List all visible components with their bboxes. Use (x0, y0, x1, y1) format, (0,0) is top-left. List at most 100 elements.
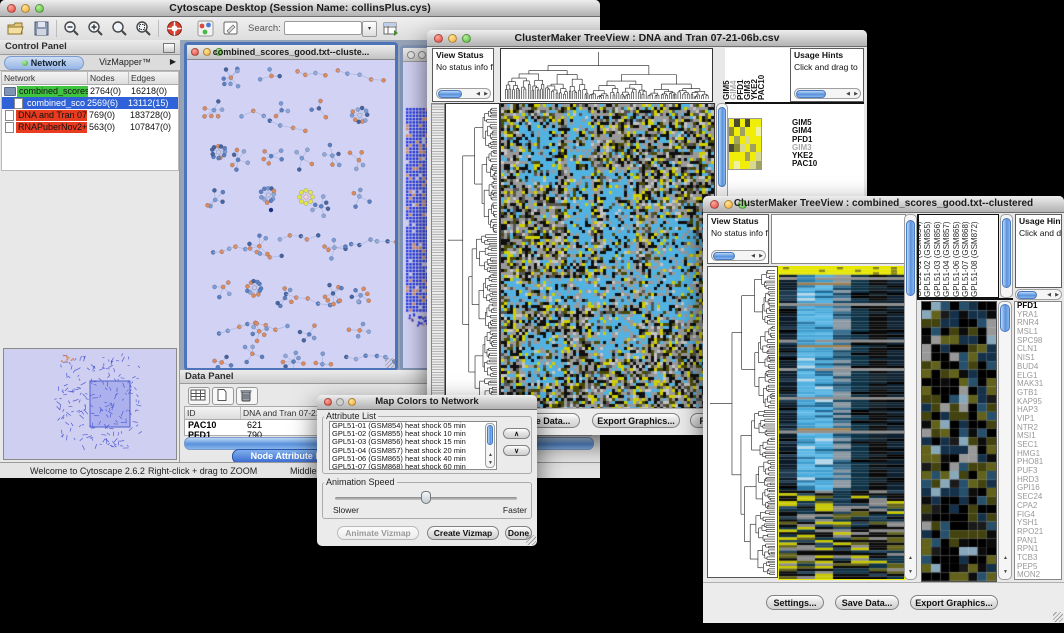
animation-speed-slider-thumb[interactable] (421, 491, 431, 504)
scroll-down-arrow-icon[interactable]: ▼ (488, 460, 493, 466)
zoom-fit-icon[interactable] (110, 19, 129, 38)
tv2-gene-label[interactable]: CPA2 (1017, 502, 1061, 511)
tv1-column-dendrogram-pane[interactable] (500, 48, 713, 102)
tv2-row-dendrogram-pane[interactable] (707, 266, 778, 578)
main-titlebar[interactable]: Cytoscape Desktop (Session Name: collins… (0, 0, 600, 17)
network-row[interactable]: combined_sco2569(6)13112(15) (2, 97, 178, 109)
tv1-export-graphics-button[interactable]: Export Graphics... (592, 413, 680, 428)
tv1-column-label[interactable]: PAC10 (758, 75, 766, 100)
tv2-gene-label[interactable]: BUD4 (1017, 363, 1061, 372)
zoom-matrix-cell[interactable] (756, 152, 761, 160)
import-table-icon[interactable] (381, 19, 400, 38)
scroll-up-arrow-icon[interactable]: ▲ (488, 452, 493, 458)
scroll-right-arrow-icon[interactable]: ▶ (484, 91, 488, 97)
tv2-export-graphics-button[interactable]: Export Graphics... (910, 595, 998, 610)
network-window-a[interactable]: combined_scores_good.txt--cluste... (184, 42, 398, 371)
tv2-gene-label[interactable]: ELG1 (1017, 372, 1061, 381)
tv2-settings-button[interactable]: Settings... (766, 595, 824, 610)
tv2-zoom-heatmap-canvas[interactable] (921, 301, 997, 582)
tv2-labels-vscrollbar[interactable] (1000, 214, 1013, 298)
tv2-gene-label[interactable]: CLN1 (1017, 345, 1061, 354)
tab-overflow-arrow[interactable]: ▶ (170, 57, 176, 66)
tv2-gene-label[interactable]: MSI1 (1017, 432, 1061, 441)
tv2-column-label[interactable]: GPL51-03 (GSM856) (934, 221, 942, 297)
tv2-gene-label[interactable]: YRA1 (1017, 311, 1061, 320)
network-row[interactable]: DNA and Tran 07769(0)183728(0) (2, 109, 178, 121)
tv2-gene-label[interactable]: VIP1 (1017, 415, 1061, 424)
treeview1-titlebar[interactable]: ClusterMaker TreeView : DNA and Tran 07-… (427, 30, 867, 47)
table-icon-button[interactable] (188, 387, 210, 405)
col-network[interactable]: Network (2, 72, 88, 84)
zoom-matrix-cell[interactable] (756, 127, 761, 135)
attribute-list-item[interactable]: GPL51-07 (GSM868) heat shock 60 min (330, 463, 496, 470)
tv2-usage-hscrollbar[interactable]: ◀ ▶ (1015, 289, 1062, 300)
scroll-left-arrow-icon[interactable]: ◀ (846, 91, 850, 97)
animate-vizmap-button[interactable]: Animate Vizmap (337, 526, 419, 540)
treeview2-titlebar[interactable]: ClusterMaker TreeView : combined_scores_… (703, 196, 1064, 213)
resize-grip[interactable] (1053, 612, 1063, 622)
save-icon[interactable] (32, 19, 51, 38)
zoom-out-icon[interactable] (62, 19, 81, 38)
tv2-gene-label[interactable]: RPN1 (1017, 545, 1061, 554)
tv2-gene-label[interactable]: MSL1 (1017, 328, 1061, 337)
tv2-main-vscrollbar[interactable]: ▲ ▼ (904, 214, 917, 580)
tv2-gene-label[interactable]: SEC1 (1017, 441, 1061, 450)
tv2-gene-label[interactable]: RNR4 (1017, 319, 1061, 328)
tv2-column-label[interactable]: GPL51-08 (GSM872) (971, 221, 979, 297)
tab-network[interactable]: Network (4, 56, 84, 70)
zoom-in-icon[interactable] (86, 19, 105, 38)
tv2-gene-label[interactable]: MAK31 (1017, 380, 1061, 389)
network-canvas[interactable] (187, 60, 395, 368)
network-row[interactable]: RNAPuberNov2+563(0)107847(0) (2, 121, 178, 133)
tv1-zoom-heatmap[interactable] (728, 118, 762, 170)
float-panel-icon[interactable] (163, 43, 175, 53)
tv1-status-hscrollbar[interactable]: ◀ ▶ (436, 88, 491, 99)
tv2-gene-label[interactable]: PAN1 (1017, 537, 1061, 546)
scroll-left-arrow-icon[interactable]: ◀ (476, 91, 480, 97)
scroll-up-arrow-icon[interactable]: ▲ (908, 555, 913, 561)
delete-attribute-button[interactable] (236, 387, 258, 405)
scroll-right-arrow-icon[interactable]: ▶ (1055, 292, 1059, 298)
tv2-gene-label[interactable]: MON2 (1017, 571, 1061, 580)
tv2-gene-label[interactable]: SPC98 (1017, 337, 1061, 346)
tv2-gene-label[interactable]: KAP95 (1017, 398, 1061, 407)
scroll-down-arrow-icon[interactable]: ▼ (1003, 569, 1008, 575)
col-nodes[interactable]: Nodes (88, 72, 129, 84)
col-edges[interactable]: Edges (129, 72, 178, 84)
tv2-gene-label[interactable]: RPO21 (1017, 528, 1061, 537)
network-window-a-titlebar[interactable]: combined_scores_good.txt--cluste... (187, 45, 395, 60)
minimize-button[interactable] (418, 51, 426, 59)
tv2-gene-label[interactable]: PEP5 (1017, 563, 1061, 572)
tv2-status-hscrollbar[interactable]: ◀ ▶ (711, 250, 766, 261)
tv2-column-label[interactable]: GPL51-02 (GSM855) (924, 221, 932, 297)
tv2-column-label[interactable]: GPL51-06 (GSM865) (953, 221, 961, 297)
search-input[interactable] (284, 21, 362, 35)
tv1-heatmap-canvas[interactable] (500, 103, 715, 410)
tv2-gene-label[interactable]: HRD3 (1017, 476, 1061, 485)
network-row[interactable]: combined_scores2764(0)16218(0) (2, 85, 178, 97)
zoom-matrix-cell[interactable] (756, 161, 761, 169)
scroll-left-arrow-icon[interactable]: ◀ (751, 253, 755, 259)
tv2-gene-label[interactable]: HAP3 (1017, 406, 1061, 415)
new-attribute-button[interactable] (212, 387, 234, 405)
tv2-gene-label[interactable]: FIG4 (1017, 511, 1061, 520)
zoom-matrix-cell[interactable] (756, 144, 761, 152)
zoom-selected-icon[interactable] (134, 19, 153, 38)
attribute-list-vscrollbar[interactable]: ▲ ▼ (485, 423, 495, 468)
tv1-row-dendrogram-pane[interactable] (445, 103, 500, 408)
help-lifering-icon[interactable] (165, 19, 184, 38)
attribute-list[interactable]: GPL51-01 (GSM854) heat shock 05 minGPL51… (329, 421, 497, 470)
tv2-gene-label[interactable]: SEC24 (1017, 493, 1061, 502)
tv2-heatmap-canvas[interactable] (778, 266, 905, 580)
tv2-column-label[interactable]: GPL51-07 (GSM868) (962, 221, 970, 297)
tv2-zoom-vscrollbar[interactable]: ▲ ▼ (998, 301, 1012, 580)
tv2-gene-label[interactable]: NIS1 (1017, 354, 1061, 363)
create-vizmap-button[interactable]: Create Vizmap (427, 526, 499, 540)
scroll-right-arrow-icon[interactable]: ▶ (854, 91, 858, 97)
move-down-button[interactable]: ∨ (503, 445, 530, 456)
tv2-gene-label[interactable]: HMG1 (1017, 450, 1061, 459)
tv2-gene-label[interactable]: TCB3 (1017, 554, 1061, 563)
tab-vizmapper[interactable]: VizMapper™ (88, 56, 162, 68)
resize-grip[interactable] (526, 535, 536, 545)
tv2-gene-label[interactable]: GPI16 (1017, 484, 1061, 493)
